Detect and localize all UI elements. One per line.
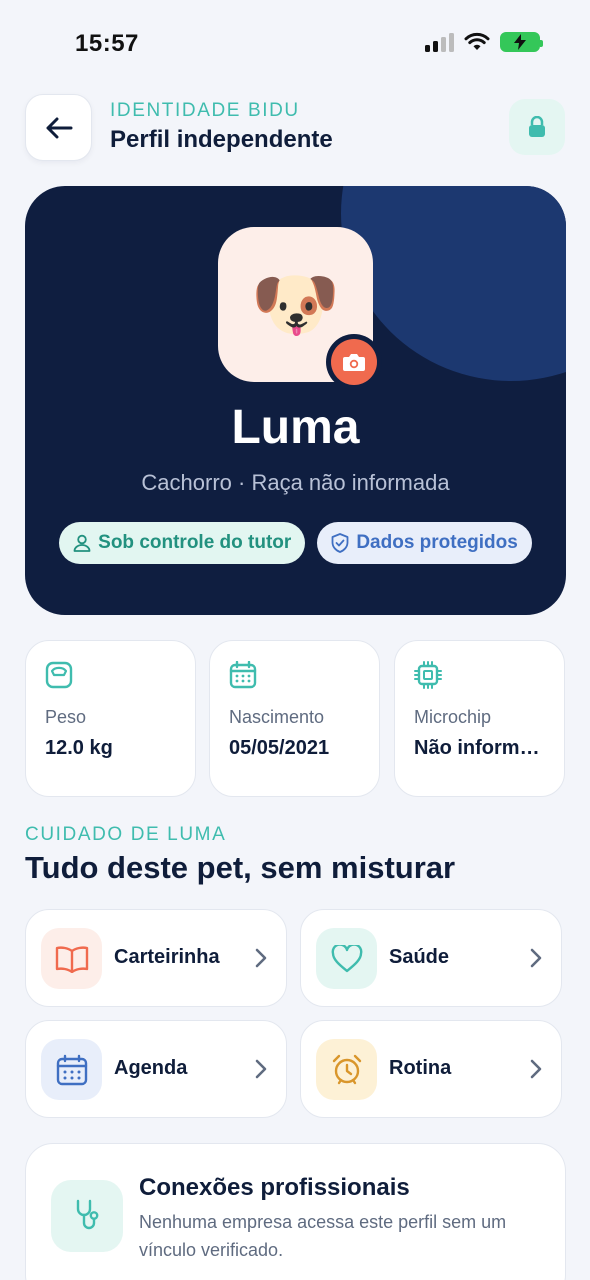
header-eyebrow: IDENTIDADE BIDU	[110, 100, 300, 121]
chevron-right-icon	[530, 948, 542, 968]
wifi-icon	[464, 32, 490, 50]
chevron-right-icon	[255, 948, 267, 968]
tile-label: Agenda	[114, 1057, 188, 1079]
conn-icon-wrap	[51, 1180, 123, 1252]
battery-icon	[500, 32, 543, 52]
alarm-icon	[332, 1054, 361, 1084]
lock-icon	[529, 116, 545, 137]
camera-icon	[343, 354, 365, 371]
header: IDENTIDADE BIDU Perfil independente	[25, 94, 565, 161]
tutor-control-chip: Sob controle do tutor	[59, 522, 306, 564]
pet-hero-card: 🐶 Luma Cachorro · Raça não informada Sob…	[25, 186, 566, 615]
change-photo-button[interactable]	[326, 334, 382, 390]
status-chips: Sob controle do tutor Dados protegidos	[25, 522, 566, 564]
tutor-control-label: Sob controle do tutor	[98, 532, 292, 553]
stat-value: 12.0 kg	[45, 737, 113, 759]
calendar-icon	[56, 1054, 87, 1085]
tile-label: Rotina	[389, 1057, 452, 1079]
stat-microchip: Microchip Não informado	[394, 640, 565, 797]
tile-icon-wrap	[316, 928, 377, 989]
tile-icon-wrap	[41, 1039, 102, 1100]
tile-rotina[interactable]: Rotina	[300, 1020, 562, 1118]
user-icon	[73, 534, 91, 552]
tile-icon-wrap	[41, 928, 102, 989]
heart-icon	[331, 944, 362, 972]
arrow-left-icon	[46, 117, 72, 138]
conn-description: Nenhuma empresa acessa este perfil sem u…	[139, 1212, 507, 1260]
tile-icon-wrap	[316, 1039, 377, 1100]
stat-weight: Peso 12.0 kg	[25, 640, 196, 797]
status-icons	[425, 32, 543, 52]
calendar-icon	[229, 661, 257, 689]
section-title: Tudo deste pet, sem misturar	[25, 850, 456, 885]
professional-connections-card[interactable]: Conexões profissionais Nenhuma empresa a…	[25, 1143, 566, 1280]
tile-label: Carteirinha	[114, 946, 220, 968]
data-protected-chip: Dados protegidos	[317, 522, 532, 564]
status-time: 15:57	[75, 30, 139, 57]
chevron-right-icon	[530, 1059, 542, 1079]
scale-icon	[45, 661, 73, 689]
stat-birthdate: Nascimento 05/05/2021	[209, 640, 380, 797]
pet-subtitle: Cachorro · Raça não informada	[141, 470, 450, 495]
stat-value: 05/05/2021	[229, 737, 330, 759]
chevron-right-icon	[255, 1059, 267, 1079]
dog-face-icon: 🐶	[250, 264, 341, 345]
tile-carteirinha[interactable]: Carteirinha	[25, 909, 287, 1007]
data-protected-label: Dados protegidos	[356, 532, 518, 553]
book-icon	[55, 945, 88, 973]
stat-label: Nascimento	[229, 707, 325, 727]
cellular-signal-icon	[425, 32, 454, 52]
lock-button[interactable]	[509, 99, 565, 155]
back-button[interactable]	[25, 94, 92, 161]
shield-icon	[331, 533, 349, 553]
tile-label: Saúde	[389, 946, 450, 968]
conn-title: Conexões profissionais	[139, 1174, 410, 1201]
section-eyebrow: CUIDADO DE LUMA	[25, 824, 227, 845]
stethoscope-icon	[76, 1199, 99, 1230]
stat-label: Peso	[45, 707, 87, 727]
tile-saude[interactable]: Saúde	[300, 909, 562, 1007]
tile-agenda[interactable]: Agenda	[25, 1020, 287, 1118]
chip-icon	[414, 661, 442, 689]
page-title: Perfil independente	[110, 126, 333, 153]
stat-value: Não informado	[414, 737, 549, 759]
pet-name: Luma	[231, 401, 360, 454]
status-bar: 15:57	[0, 0, 590, 88]
stat-label: Microchip	[414, 707, 492, 727]
